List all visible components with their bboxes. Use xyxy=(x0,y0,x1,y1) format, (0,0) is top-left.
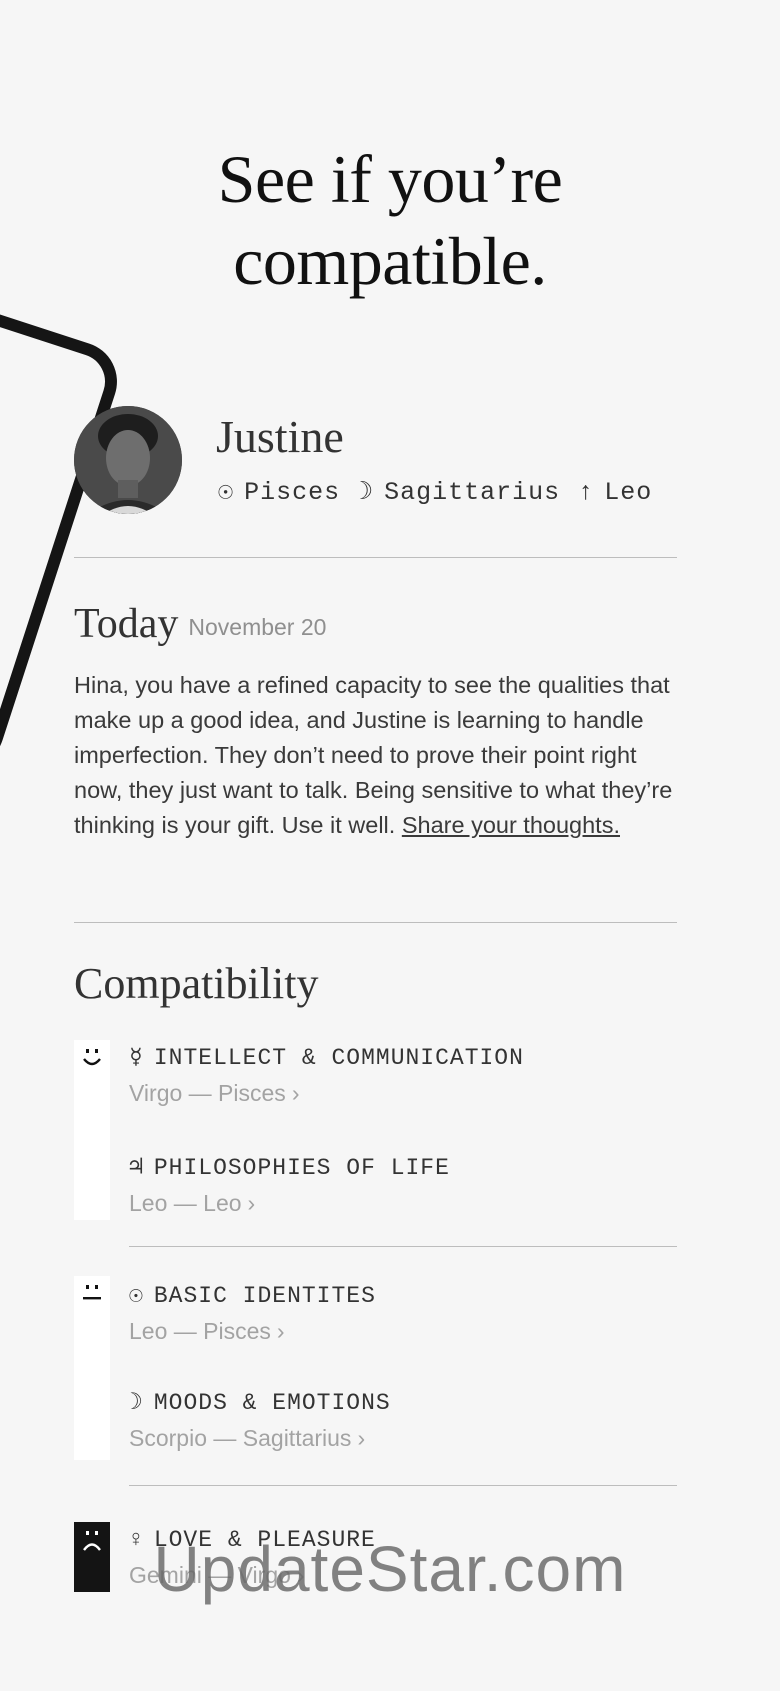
portrait-illustration xyxy=(74,406,182,514)
divider xyxy=(129,1246,677,1247)
today-date: November 20 xyxy=(188,613,327,640)
moon-icon: ☽ xyxy=(358,478,375,507)
sun-icon: ☉ xyxy=(129,1283,144,1309)
chevron-right-icon: › xyxy=(357,1425,366,1451)
divider xyxy=(129,1485,677,1486)
headline-line-1: See if you’re xyxy=(217,141,563,217)
moon-icon: ☽ xyxy=(129,1390,144,1416)
mood-indicator-happy xyxy=(74,1040,110,1220)
today-section-header: Today November 20 xyxy=(74,600,326,648)
smile-face-icon xyxy=(83,1049,101,1066)
jupiter-icon: ♃ xyxy=(129,1155,144,1181)
aspect-item[interactable]: ☿ INTELLECT & COMMUNICATION Virgo — Pisce… xyxy=(129,1044,524,1107)
chevron-right-icon: › xyxy=(247,1190,256,1216)
divider xyxy=(74,557,677,558)
chevron-right-icon: › xyxy=(276,1318,285,1344)
aspect-label: INTELLECT & COMMUNICATION xyxy=(153,1045,524,1071)
watermark-text: UpdateStar.com xyxy=(153,1533,627,1605)
aspect-pair: Virgo — Pisces xyxy=(129,1080,286,1106)
daily-reading: Hina, you have a refined capacity to see… xyxy=(74,668,674,843)
headline-line-2: compatible. xyxy=(233,223,547,299)
rising-sign: Leo xyxy=(604,478,653,507)
mercury-icon: ☿ xyxy=(129,1045,144,1071)
aspect-label: BASIC IDENTITES xyxy=(153,1283,376,1309)
aspect-pair: Leo — Pisces xyxy=(129,1318,271,1344)
avatar[interactable] xyxy=(74,406,182,514)
share-thoughts-link[interactable]: Share your thoughts. xyxy=(402,812,620,838)
page-headline: See if you’re compatible. xyxy=(0,138,780,302)
neutral-face-icon xyxy=(83,1285,101,1300)
aspect-label: PHILOSOPHIES OF LIFE xyxy=(153,1155,450,1181)
placements-row: ☉ Pisces ☽ Sagittarius ↑ Leo xyxy=(218,476,670,507)
moon-sign: Sagittarius xyxy=(384,478,561,507)
divider xyxy=(74,922,677,923)
sun-icon: ☉ xyxy=(218,478,235,507)
compatibility-title: Compatibility xyxy=(74,959,319,1008)
profile-name: Justine xyxy=(216,411,344,462)
mood-indicator-neutral xyxy=(74,1276,110,1460)
aspect-item[interactable]: ♃ PHILOSOPHIES OF LIFE Leo — Leo › xyxy=(129,1154,450,1217)
aspect-pair: Leo — Leo xyxy=(129,1190,242,1216)
aspect-label: MOODS & EMOTIONS xyxy=(153,1390,391,1416)
chevron-right-icon: › xyxy=(291,1080,300,1106)
today-title: Today xyxy=(74,601,179,647)
aspect-item[interactable]: ☉ BASIC IDENTITES Leo — Pisces › xyxy=(129,1282,376,1345)
aspect-item[interactable]: ☽ MOODS & EMOTIONS Scorpio — Sagittarius › xyxy=(129,1389,391,1452)
sun-sign: Pisces xyxy=(244,478,341,507)
rising-arrow-icon: ↑ xyxy=(578,478,595,507)
aspect-pair: Scorpio — Sagittarius xyxy=(129,1425,352,1451)
